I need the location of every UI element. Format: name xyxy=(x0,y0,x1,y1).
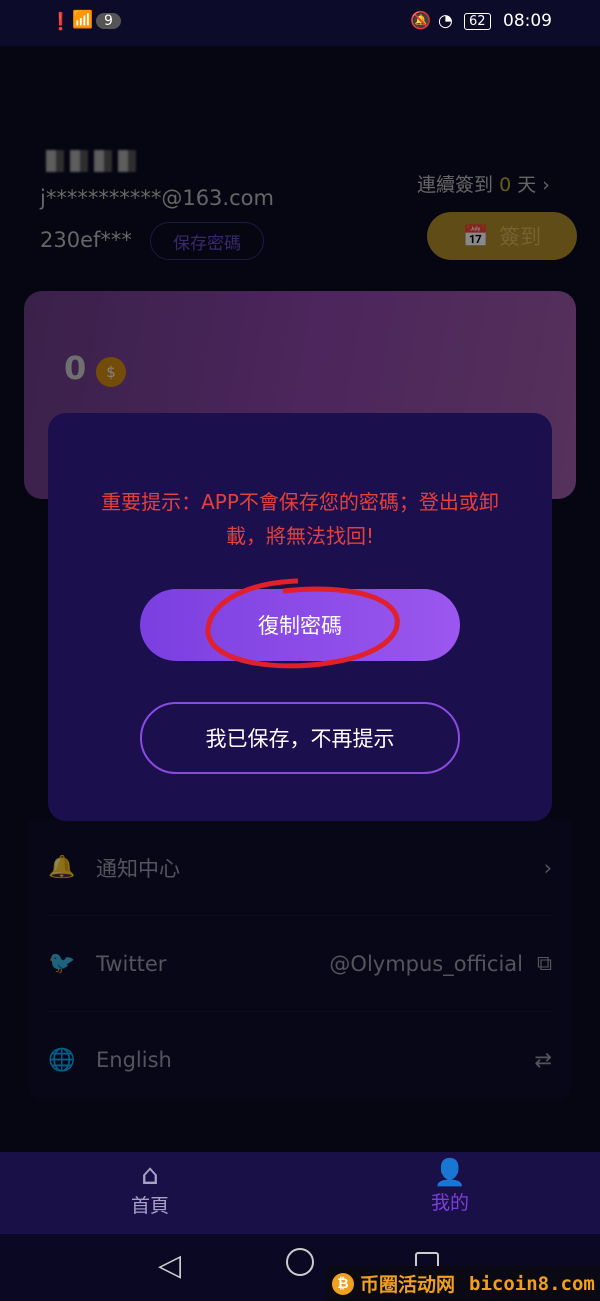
password-warning-dialog: 重要提示：APP不會保存您的密碼；登出或卸載，將無法找回! 復制密碼 我已保存，… xyxy=(48,413,552,821)
tab-home[interactable]: ⌂ 首頁 xyxy=(100,1158,200,1218)
mute-icon: 🔕 xyxy=(410,11,432,31)
status-bar: ❗ 📶 9 🔕 ◔ 62 08:09 xyxy=(0,0,600,46)
dismiss-button[interactable]: 我已保存，不再提示 xyxy=(140,702,460,774)
bitcoin-icon: ₿ xyxy=(332,1272,354,1295)
tab-label: 首頁 xyxy=(130,1195,169,1217)
tab-label: 我的 xyxy=(430,1192,469,1214)
back-icon[interactable]: ◁ xyxy=(158,1248,181,1283)
user-icon: 👤 xyxy=(433,1158,467,1188)
watermark-domain: bicoin8.com xyxy=(469,1272,595,1295)
clock: 08:09 xyxy=(503,11,552,31)
tab-mine[interactable]: 👤 我的 xyxy=(400,1158,500,1215)
warning-text: 重要提示：APP不會保存您的密碼；登出或卸載，將無法找回! xyxy=(101,490,499,548)
sim-alert-icon: ❗ xyxy=(50,12,72,32)
speed-icon: ◔ xyxy=(438,11,453,31)
notification-count: 9 xyxy=(96,13,121,29)
home-icon: ⌂ xyxy=(141,1158,159,1191)
home-nav-icon[interactable] xyxy=(286,1248,314,1276)
wifi-icon: 📶 xyxy=(72,10,94,30)
watermark: ₿ 币圈活动网 bicoin8.com xyxy=(326,1266,600,1301)
watermark-text: 币圈活动网 xyxy=(360,1274,456,1296)
bottom-tab-bar: ⌂ 首頁 👤 我的 xyxy=(0,1152,600,1234)
red-circle-annotation xyxy=(205,578,400,669)
battery-indicator: 62 xyxy=(464,13,491,30)
